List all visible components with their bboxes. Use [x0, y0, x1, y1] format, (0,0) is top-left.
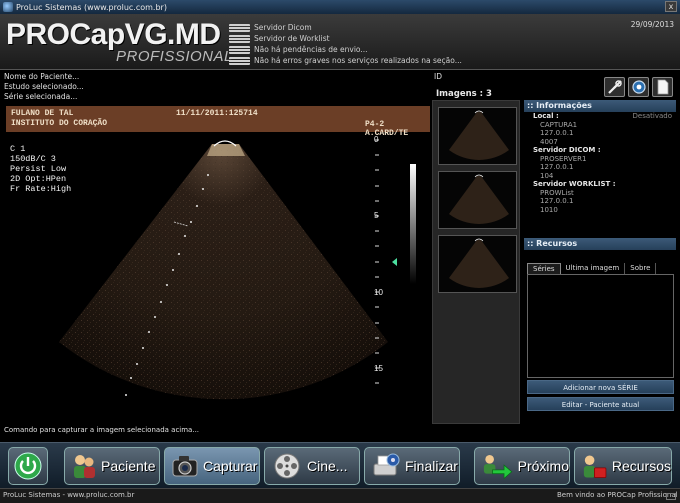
tools-icon: [607, 80, 622, 94]
tab-last-image[interactable]: Ultima imagem: [561, 263, 626, 274]
status-item: Não há erros graves nos serviços realiza…: [229, 55, 462, 66]
tools-button[interactable]: [604, 77, 625, 97]
document-icon: [657, 79, 668, 95]
grayscale-bar: [410, 164, 416, 284]
resources-panel: :: Recursos Séries Ultima imagem Sobre A…: [524, 238, 676, 414]
scan-parameters: C 1 150dB/C 3 Persist Low 2D Opt:HPen Fr…: [10, 144, 72, 194]
next-patient-icon: [483, 454, 513, 480]
logo: PROCapVG.MD: [6, 18, 221, 51]
app-icon: [3, 2, 13, 12]
series-selected: Série selecionada...: [4, 92, 78, 101]
info-panel-title: :: Informações: [524, 100, 676, 112]
settings-icon: [631, 80, 646, 94]
camera-icon: [172, 456, 198, 477]
next-button[interactable]: Próximo: [474, 447, 570, 485]
add-series-button[interactable]: Adicionar nova SÉRIE: [527, 380, 674, 394]
bottom-toolbar: Paciente Capturar Cine... Finalizar Próx…: [0, 442, 680, 488]
status-indicator: [666, 493, 676, 500]
settings-button[interactable]: [628, 77, 649, 97]
dicom-label: Servidor DICOM :: [533, 146, 601, 154]
images-count: Imagens : 3: [436, 89, 492, 99]
list-icon: [229, 45, 250, 54]
status-list: Servidor Dicom Servidor de Worklist Não …: [229, 22, 462, 66]
status-item: Servidor Dicom: [229, 22, 462, 33]
edit-patient-button[interactable]: Editar - Paciente atual: [527, 397, 674, 411]
patient-icon: [74, 455, 95, 478]
viewer-header: FULANO DE TAL INSTITUTO DO CORAÇÃO 11/11…: [6, 106, 430, 138]
worklist-label: Servidor WORKLIST :: [533, 180, 616, 188]
close-button[interactable]: x: [665, 1, 677, 12]
film-reel-icon: [274, 453, 300, 479]
current-date: 29/09/2013: [630, 20, 674, 29]
footer-left: ProLuc Sistemas - www.proluc.com.br: [3, 491, 135, 499]
patient-button[interactable]: Paciente: [64, 447, 160, 485]
resources-icon: [583, 455, 607, 478]
list-icon: [229, 23, 250, 32]
thumbnail[interactable]: [438, 171, 517, 229]
thumbnail-image: [449, 238, 509, 288]
study-selected: Estudo selecionado...: [4, 82, 84, 91]
info-panel: :: Informações Local : Desativado CAPTURA…: [524, 100, 676, 236]
status-item: Servidor de Worklist: [229, 33, 462, 44]
capture-button[interactable]: Capturar: [164, 447, 260, 485]
image-viewer[interactable]: FULANO DE TAL INSTITUTO DO CORAÇÃO 11/11…: [2, 106, 430, 423]
list-icon: [229, 34, 250, 43]
footer-right: Bem vindo ao PROCap Profissional: [557, 491, 678, 499]
document-button[interactable]: [652, 77, 673, 97]
focus-marker: [392, 258, 397, 266]
local-label: Local :: [533, 112, 559, 120]
resources-panel-title: :: Recursos: [524, 238, 676, 250]
patient-name: Nome do Paciente...: [4, 72, 80, 81]
list-icon: [229, 56, 250, 65]
patient-info: Nome do Paciente... Estudo selecionado..…: [4, 72, 84, 102]
window-titlebar: ProLuc Sistemas (www.proluc.com.br) x: [0, 0, 680, 14]
logo-subtitle: PROFISSIONAL: [116, 48, 233, 65]
status-item: Não há pendências de envio...: [229, 44, 462, 55]
thumbnail-image: [449, 174, 509, 224]
resources-tabs: Séries Ultima imagem Sobre: [527, 263, 657, 274]
tab-about[interactable]: Sobre: [625, 263, 657, 274]
series-list[interactable]: [527, 274, 674, 378]
viewer-institution: INSTITUTO DO CORAÇÃO: [11, 119, 108, 128]
viewer-datetime: 11/11/2011:125714: [176, 109, 258, 118]
printer-icon: [373, 453, 400, 476]
window-title: ProLuc Sistemas (www.proluc.com.br): [16, 2, 167, 12]
thumbnail[interactable]: [438, 235, 517, 293]
viewer-patient-name: FULANO DE TAL: [11, 109, 74, 118]
finalize-button[interactable]: Finalizar: [364, 447, 460, 485]
depth-label: 10: [374, 288, 383, 297]
depth-label: 5: [374, 211, 379, 220]
app-header: PROCapVG.MD PROFISSIONAL Servidor Dicom …: [0, 14, 680, 70]
status-bar: ProLuc Sistemas - www.proluc.com.br Bem …: [0, 488, 680, 503]
id-label: ID: [434, 72, 442, 81]
cine-button[interactable]: Cine...: [264, 447, 360, 485]
depth-label: 15: [374, 364, 383, 373]
info-body: Local : Desativado CAPTURA1 127.0.0.1 400…: [524, 112, 676, 214]
thumbnail-image: [449, 110, 509, 160]
status-message: Comando para capturar a imagem seleciona…: [4, 426, 200, 434]
resources-button[interactable]: Recursos: [574, 447, 672, 485]
local-state: Desativado: [632, 112, 672, 120]
thumbnail-panel[interactable]: [432, 100, 520, 424]
tool-buttons: [604, 77, 673, 97]
depth-label: 0: [374, 135, 379, 144]
thumbnail[interactable]: [438, 107, 517, 165]
power-icon: [14, 452, 42, 480]
power-button[interactable]: [8, 447, 48, 485]
tab-series[interactable]: Séries: [527, 263, 561, 274]
